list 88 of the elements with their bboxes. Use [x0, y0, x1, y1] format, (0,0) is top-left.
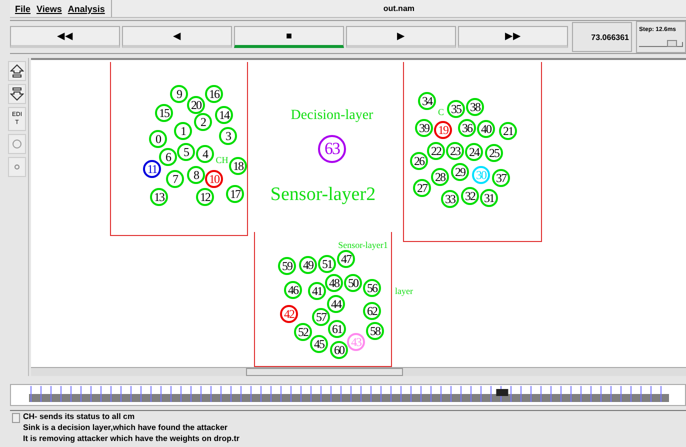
- network-node[interactable]: 24: [465, 143, 483, 161]
- layer-label: Decision-layer: [290, 108, 374, 124]
- network-node[interactable]: 17: [226, 185, 244, 203]
- network-node[interactable]: 38: [466, 98, 484, 116]
- network-node[interactable]: 20: [187, 96, 205, 114]
- timeline-slider[interactable]: [10, 384, 686, 406]
- network-node[interactable]: 26: [410, 152, 428, 170]
- playback-button[interactable]: ◀◀: [10, 26, 120, 48]
- network-node[interactable]: 48: [325, 274, 343, 292]
- network-node[interactable]: 37: [492, 169, 510, 187]
- playback-button[interactable]: ◀: [122, 26, 232, 48]
- network-node[interactable]: 42: [280, 305, 298, 323]
- network-node[interactable]: 25: [485, 144, 503, 162]
- horizontal-scrollbar[interactable]: [31, 367, 686, 376]
- network-node[interactable]: 34: [418, 92, 436, 110]
- network-node[interactable]: 62: [363, 302, 381, 320]
- network-node[interactable]: 7: [166, 170, 184, 188]
- network-node[interactable]: 33: [441, 190, 459, 208]
- network-node[interactable]: 63: [318, 135, 346, 163]
- zoom-out-icon: [10, 87, 24, 101]
- network-node[interactable]: 12: [196, 188, 214, 206]
- network-node[interactable]: 60: [330, 341, 348, 359]
- network-node[interactable]: 0: [149, 130, 167, 148]
- menu-item[interactable]: Analysis: [68, 4, 105, 14]
- network-node[interactable]: 45: [310, 335, 328, 353]
- layer-label: Sensor-layer2: [270, 184, 376, 206]
- layer-label: C: [438, 107, 444, 117]
- network-node[interactable]: 4: [196, 145, 214, 163]
- annotation-scrollbar[interactable]: [12, 413, 20, 423]
- network-node[interactable]: 44: [327, 295, 345, 313]
- playback-button[interactable]: ■: [234, 26, 344, 48]
- network-node[interactable]: 10: [205, 170, 223, 188]
- network-node[interactable]: 28: [431, 168, 449, 186]
- timeline-thumb[interactable]: [496, 389, 508, 396]
- network-node[interactable]: 52: [294, 323, 312, 341]
- network-node[interactable]: 27: [413, 179, 431, 197]
- tool-button[interactable]: [8, 61, 26, 81]
- dot-icon: [14, 164, 20, 170]
- tool-button[interactable]: [8, 84, 26, 104]
- time-display: 73.066361: [572, 22, 632, 52]
- network-node[interactable]: 35: [447, 100, 465, 118]
- playback-button[interactable]: ▶: [346, 26, 456, 48]
- network-node[interactable]: 57: [312, 308, 330, 326]
- menu-item[interactable]: Views: [36, 4, 62, 14]
- network-node[interactable]: 29: [451, 163, 469, 181]
- network-node[interactable]: 6: [159, 148, 177, 166]
- network-node[interactable]: 32: [461, 187, 479, 205]
- layer-label: layer: [395, 286, 413, 296]
- annotation-text: It is removing attacker which have the weights on drop.tr: [23, 433, 240, 444]
- playback-button[interactable]: ▶▶: [458, 26, 568, 48]
- annotation-text: Sink is a decision layer,which have found the attacker: [23, 422, 229, 433]
- network-node[interactable]: 39: [415, 119, 433, 137]
- menu-item[interactable]: File: [15, 4, 31, 14]
- network-node[interactable]: 22: [427, 142, 445, 160]
- network-node[interactable]: 18: [229, 157, 247, 175]
- network-node[interactable]: 31: [480, 189, 498, 207]
- network-node[interactable]: 13: [150, 188, 168, 206]
- network-node[interactable]: 5: [177, 143, 195, 161]
- network-node[interactable]: 59: [278, 257, 296, 275]
- network-node[interactable]: 8: [187, 166, 205, 184]
- network-node[interactable]: 16: [205, 85, 223, 103]
- network-node[interactable]: 14: [215, 106, 233, 124]
- layer-label: CH: [216, 155, 228, 165]
- network-node[interactable]: 58: [366, 322, 384, 340]
- network-node[interactable]: 15: [155, 104, 173, 122]
- network-node[interactable]: 41: [308, 282, 326, 300]
- network-node[interactable]: 2: [194, 113, 212, 131]
- network-node[interactable]: 40: [477, 120, 495, 138]
- annotation-text: CH- sends its status to all cm: [23, 411, 136, 422]
- network-node[interactable]: 9: [170, 85, 188, 103]
- network-node[interactable]: 23: [446, 142, 464, 160]
- zoom-in-icon: [10, 64, 24, 78]
- network-node[interactable]: 51: [318, 255, 336, 273]
- network-node[interactable]: 21: [499, 122, 517, 140]
- network-node[interactable]: 47: [337, 250, 355, 268]
- network-node[interactable]: 3: [219, 127, 237, 145]
- layer-label: Sensor-layer1: [338, 240, 388, 250]
- network-node[interactable]: 56: [363, 279, 381, 297]
- network-node[interactable]: 19: [434, 121, 452, 139]
- network-node[interactable]: 1: [174, 122, 192, 140]
- network-node[interactable]: 36: [458, 119, 476, 137]
- window-title: out.nam: [382, 4, 416, 13]
- network-node[interactable]: 61: [328, 320, 346, 338]
- network-node[interactable]: 11: [143, 160, 161, 178]
- network-node[interactable]: 49: [299, 256, 317, 274]
- network-node[interactable]: 46: [284, 281, 302, 299]
- circle-icon: [12, 139, 22, 149]
- network-node[interactable]: 50: [344, 274, 362, 292]
